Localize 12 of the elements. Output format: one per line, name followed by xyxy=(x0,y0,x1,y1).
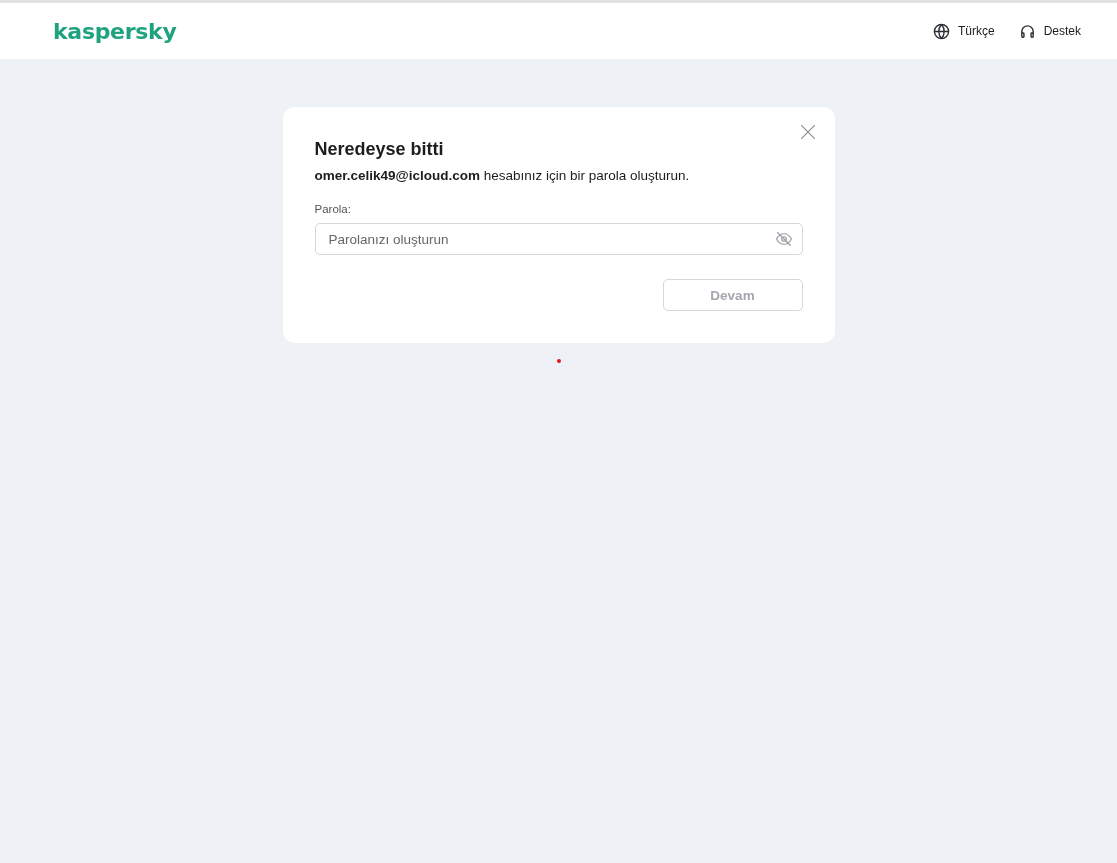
close-icon xyxy=(800,125,815,139)
headset-icon xyxy=(1018,22,1036,40)
dialog-title: Neredeyse bitti xyxy=(314,139,445,160)
password-field[interactable]: Parolanızı oluşturun xyxy=(314,223,803,255)
eye-slash-icon[interactable] xyxy=(774,230,793,248)
globe-icon xyxy=(932,22,950,40)
support-link[interactable]: Destek xyxy=(1018,22,1081,40)
dialog-message: omer.celik49@icloud.com hesabınız için bir parola oluşturun. xyxy=(314,168,691,183)
language-link[interactable]: Türkçe xyxy=(932,22,995,40)
dot-mark xyxy=(556,359,561,363)
close-button[interactable] xyxy=(798,123,817,141)
field-label: Parola: xyxy=(314,203,352,215)
